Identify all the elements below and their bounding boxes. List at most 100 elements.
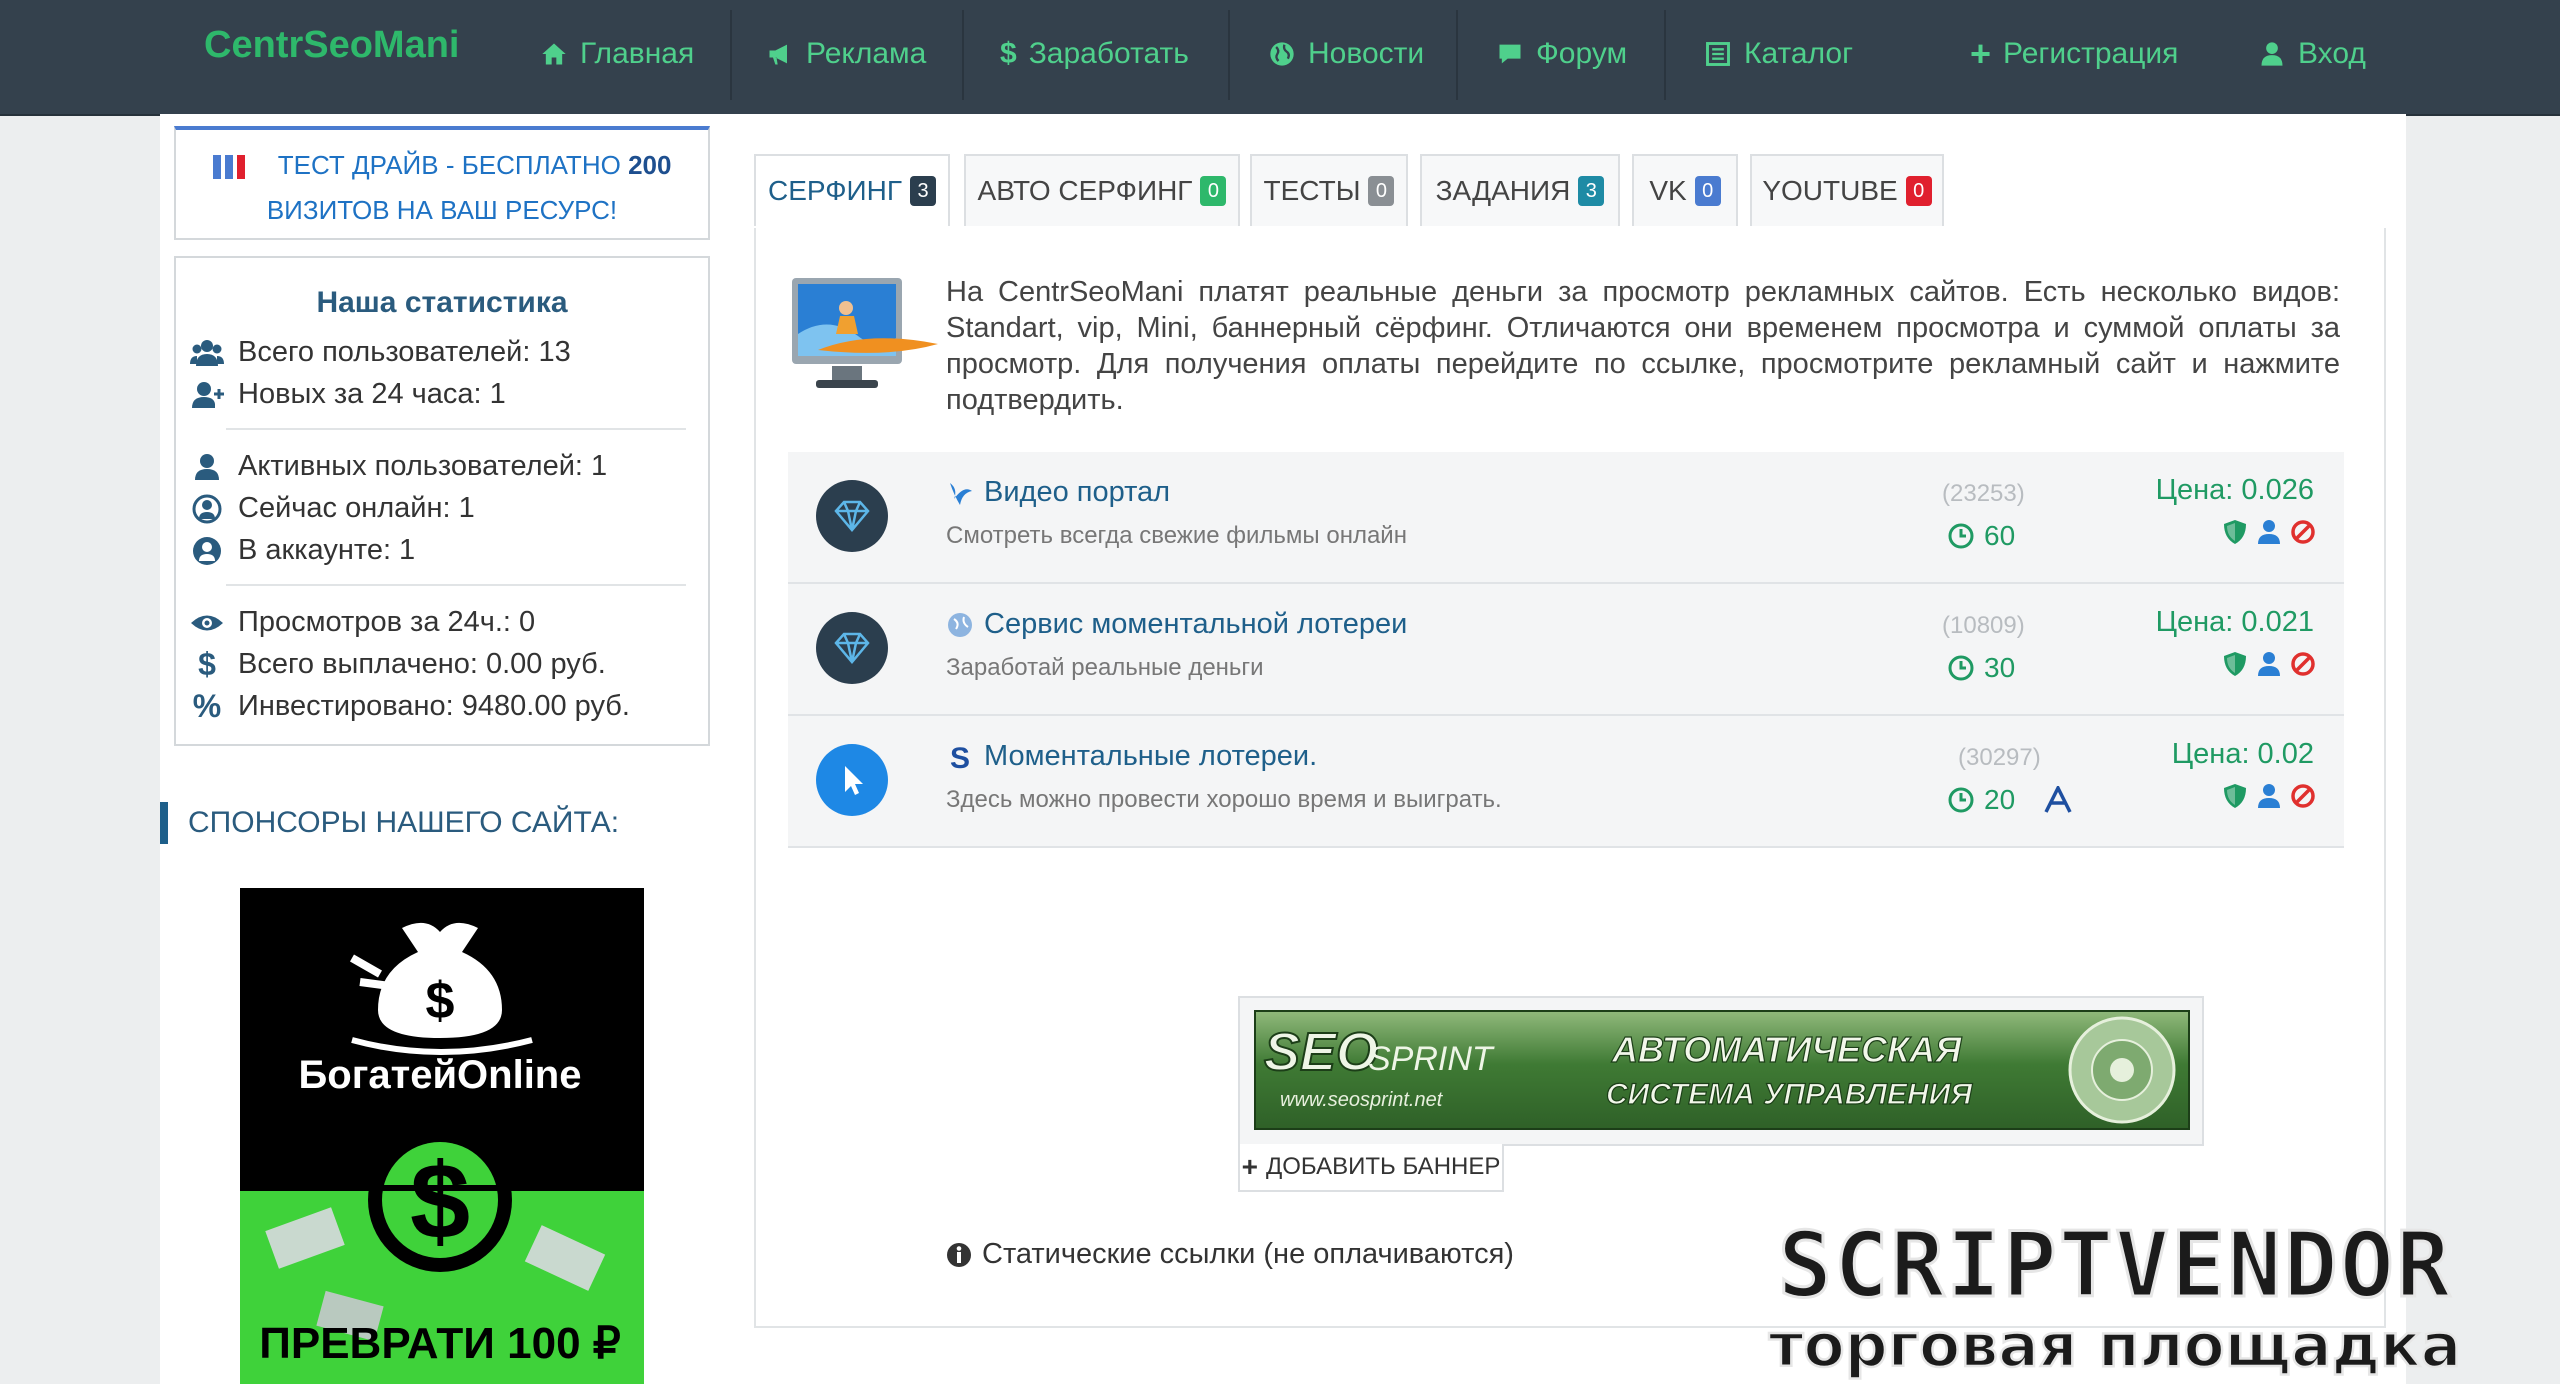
stat-views-24h: Просмотров за 24ч.: 0 [190, 606, 535, 639]
nav-catalog-label: Каталог [1744, 37, 1854, 70]
user-circle-icon [193, 536, 221, 565]
seosprint-banner-art: SEO SPRINT www.seosprint.net АВТОМАТИЧЕС… [1263, 1016, 2176, 1124]
stat-label: Новых за 24 часа: 1 [238, 378, 506, 410]
view-timer: 20 [1948, 784, 2073, 816]
nav-home-label: Главная [580, 37, 695, 70]
view-timer: 30 [1948, 652, 2015, 684]
nav-register[interactable]: + Регистрация [1970, 0, 2178, 108]
tab-badge: 0 [1368, 176, 1395, 206]
nav-home[interactable]: Главная [540, 0, 694, 108]
site-link[interactable]: Видео портал [946, 476, 1170, 509]
nav-divider [1664, 10, 1666, 100]
diamond-icon-badge [816, 480, 888, 552]
user-icon[interactable] [2256, 650, 2282, 678]
tab-label: VK [1649, 175, 1687, 206]
plus-icon: + [1241, 1151, 1258, 1182]
nav-advertising[interactable]: Реклама [766, 0, 926, 108]
user-icon [2261, 42, 2283, 66]
testdrive-promo[interactable]: ТЕСТ ДРАЙВ - БЕСПЛАТНО 200 ВИЗИТОВ НА ВА… [174, 126, 710, 240]
nav-forum[interactable]: Форум [1496, 0, 1627, 108]
view-timer: 60 [1948, 520, 2015, 552]
stat-label: Просмотров за 24ч.: 0 [238, 606, 536, 638]
surf-site-row[interactable]: Видео портал Смотреть всегда свежие филь… [788, 452, 2344, 584]
globe-favicon-icon [948, 612, 972, 637]
stat-new-users: Новых за 24 часа: 1 [190, 378, 506, 411]
shield-icon[interactable] [2222, 518, 2248, 546]
site-description: Здесь можно провести хорошо время и выиг… [946, 786, 1502, 813]
surf-site-row[interactable]: S Моментальные лотереи. Здесь можно пров… [788, 716, 2344, 848]
nav-advertising-label: Реклама [806, 37, 927, 70]
site-price: Цена: 0.02 [2171, 738, 2314, 770]
site-brand[interactable]: CentrSeoMani [204, 24, 459, 67]
user-icon[interactable] [2256, 518, 2282, 546]
view-count: (30297) [1958, 744, 2041, 771]
tab-badge: 0 [1694, 176, 1721, 206]
cursor-icon-badge [816, 744, 888, 816]
block-icon[interactable] [2290, 518, 2316, 546]
svg-text:$: $ [410, 1140, 470, 1261]
testdrive-number: 200 [628, 150, 672, 180]
tab-youtube[interactable]: YOUTUBE 0 [1750, 154, 1944, 226]
block-icon[interactable] [2290, 782, 2316, 810]
watermark-line1: SCRIPTVENDOR [1778, 1216, 2452, 1318]
site-link[interactable]: Сервис моментальной лотереи [946, 608, 1407, 641]
tab-surfing[interactable]: СЕРФИНГ 3 [754, 154, 950, 226]
nav-register-label: Регистрация [2003, 37, 2179, 70]
site-description: Заработай реальные деньги [946, 654, 1264, 681]
static-links-link[interactable]: Статические ссылки (не оплачиваются) [946, 1238, 1514, 1271]
row-actions [2222, 782, 2316, 810]
sponsor-banner[interactable]: $ БогатейOnline $ ПРЕВРАТИ 100 ₽ [240, 888, 644, 1384]
nav-login[interactable]: Вход [2258, 0, 2366, 108]
nav-news-label: Новости [1308, 37, 1425, 70]
user-icon[interactable] [2256, 782, 2282, 810]
sponsor-brand: БогатейOnline [299, 1053, 582, 1097]
tab-auto-surfing[interactable]: АВТО СЕРФИНГ 0 [964, 154, 1240, 226]
nav-catalog[interactable]: Каталог [1704, 0, 1853, 108]
tab-label: АВТО СЕРФИНГ [977, 175, 1193, 206]
stat-active-users: Активных пользователей: 1 [190, 450, 607, 483]
nav-divider [962, 10, 964, 100]
testdrive-line1: ТЕСТ ДРАЙВ - БЕСПЛАТНО 200 [176, 150, 708, 181]
favicon-icon [950, 482, 972, 505]
diamond-icon-badge [816, 612, 888, 684]
flag-icon [212, 155, 245, 180]
home-icon [542, 43, 566, 65]
block-icon[interactable] [2290, 650, 2316, 678]
dollar-icon: $ [198, 646, 216, 682]
row-actions [2222, 650, 2316, 678]
globe-icon [1270, 42, 1294, 66]
shield-icon[interactable] [2222, 650, 2248, 678]
list-icon [1706, 42, 1730, 66]
nav-news[interactable]: Новости [1268, 0, 1424, 108]
stat-label: Сейчас онлайн: 1 [238, 492, 475, 524]
stat-in-account: В аккаунте: 1 [190, 534, 415, 567]
site-title: Видео портал [984, 476, 1171, 508]
tab-tests[interactable]: ТЕСТЫ 0 [1250, 154, 1408, 226]
stat-label: Всего выплачено: 0.00 руб. [238, 648, 606, 680]
scriptvendor-watermark: SCRIPTVENDOR торговая площадка [1768, 1216, 2463, 1382]
surfer-monitor-illustration [792, 278, 938, 388]
nav-earn[interactable]: $ Заработать [1000, 0, 1189, 108]
surfing-intro: На CentrSeoMani платят реальные деньги з… [946, 276, 2340, 416]
comment-icon [1499, 44, 1521, 64]
seosprint-banner[interactable]: SEO SPRINT www.seosprint.net АВТОМАТИЧЕС… [1254, 1010, 2190, 1130]
user-plus-icon [192, 381, 224, 408]
sponsor-banner-art: $ БогатейOnline $ ПРЕВРАТИ 100 ₽ [240, 888, 644, 1384]
site-link[interactable]: S Моментальные лотереи. [946, 740, 1317, 773]
banner-line1: АВТОМАТИЧЕСКАЯ [1611, 1029, 1962, 1070]
tab-label: ТЕСТЫ [1263, 175, 1361, 206]
tab-vk[interactable]: VK 0 [1632, 154, 1738, 226]
surf-site-row[interactable]: Сервис моментальной лотереи Заработай ре… [788, 584, 2344, 716]
dollar-icon: $ [1000, 37, 1017, 70]
diamond-icon [834, 632, 870, 664]
shield-icon[interactable] [2222, 782, 2248, 810]
users-icon [190, 339, 224, 366]
tab-tasks[interactable]: ЗАДАНИЯ 3 [1420, 154, 1620, 226]
sponsor-slogan: ПРЕВРАТИ 100 ₽ [259, 1319, 621, 1368]
add-banner-button[interactable]: + ДОБАВИТЬ БАННЕР [1238, 1144, 1504, 1192]
text-font-icon [2044, 786, 2072, 813]
clock-icon [1948, 787, 1974, 813]
site-price: Цена: 0.021 [2155, 606, 2314, 638]
tab-badge: 3 [910, 176, 937, 206]
tab-label: ЗАДАНИЯ [1435, 175, 1571, 206]
